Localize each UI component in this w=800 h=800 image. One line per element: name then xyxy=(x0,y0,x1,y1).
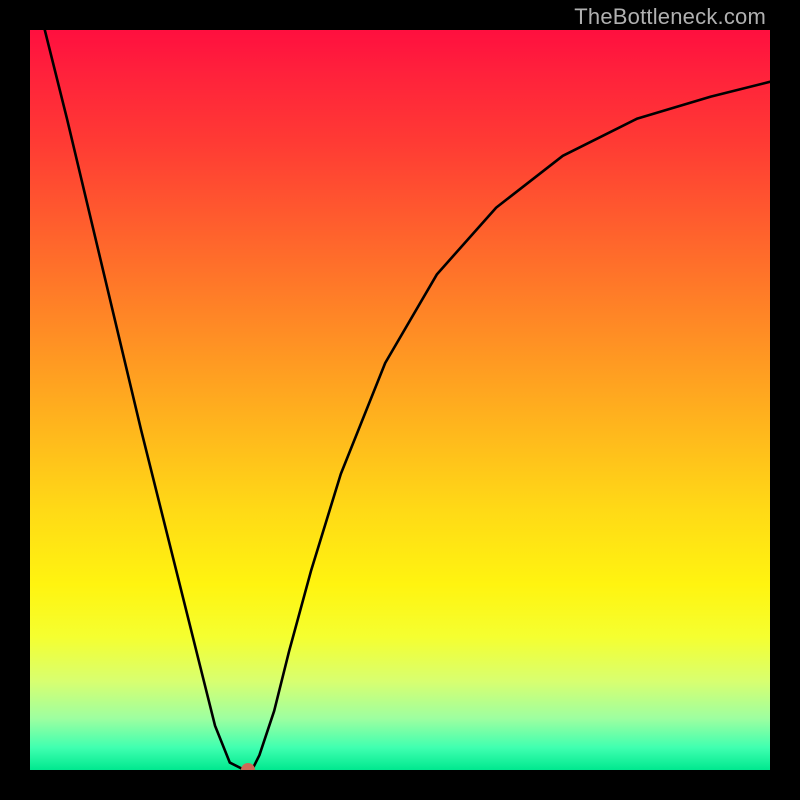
chart-frame xyxy=(0,0,800,800)
watermark-text: TheBottleneck.com xyxy=(574,4,766,30)
